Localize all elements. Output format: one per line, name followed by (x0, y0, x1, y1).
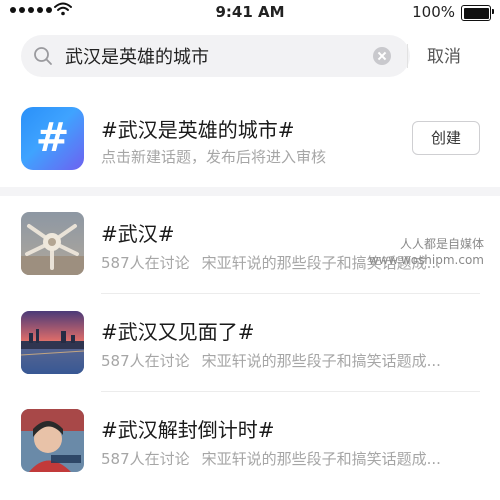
topic-title: #武汉解封倒计时# (101, 418, 275, 442)
list-item-wuhan-meet-again[interactable]: #武汉又见面了# 587人在讨论 宋亚轩说的那些段子和搞笑话题成... (0, 294, 500, 392)
topic-title: #武汉# (101, 222, 175, 246)
topic-meta: 587人在讨论 宋亚轩说的那些段子和搞笑话题成... (101, 350, 471, 371)
airport-aerial-thumbnail (21, 212, 84, 275)
search-input[interactable] (65, 43, 365, 69)
discussion-count: 587人在讨论 (101, 254, 190, 272)
topic-snippet: 宋亚轩说的那些段子和搞笑话题成... (201, 450, 441, 468)
search-icon (34, 47, 52, 65)
hashtag-symbol: # (35, 115, 70, 161)
new-topic-hint: 点击新建话题，发布后将进入审核 (101, 148, 327, 166)
discussion-count: 587人在讨论 (101, 352, 190, 370)
topic-snippet: 宋亚轩说的那些段子和搞笑话题成... (201, 352, 441, 370)
battery-level (463, 7, 489, 19)
topic-title: #武汉又见面了# (101, 320, 255, 344)
cancel-button[interactable]: 取消 (416, 44, 472, 70)
battery-icon (461, 5, 494, 21)
hashtag-icon: # (21, 107, 84, 170)
watermark: 人人都是自媒体 www.woshipm.com (369, 236, 484, 268)
search-divider (407, 44, 408, 68)
search-bar[interactable] (21, 35, 410, 77)
person-photo-thumbnail (21, 409, 84, 472)
city-sunset-thumbnail (21, 311, 84, 374)
new-topic-title: #武汉是英雄的城市# (101, 118, 295, 142)
create-button[interactable]: 创建 (412, 121, 480, 155)
clear-search-icon[interactable] (373, 47, 391, 65)
watermark-line1: 人人都是自媒体 (399, 237, 484, 251)
watermark-line2: www.woshipm.com (368, 253, 484, 267)
topic-meta: 587人在讨论 宋亚轩说的那些段子和搞笑话题成... (101, 448, 471, 469)
section-separator (0, 187, 500, 196)
battery-percentage: 100% (412, 3, 455, 21)
list-item-wuhan-countdown[interactable]: #武汉解封倒计时# 587人在讨论 宋亚轩说的那些段子和搞笑话题成... (0, 392, 500, 490)
status-bar: 9:41 AM 100% (0, 0, 500, 24)
discussion-count: 587人在讨论 (101, 450, 190, 468)
